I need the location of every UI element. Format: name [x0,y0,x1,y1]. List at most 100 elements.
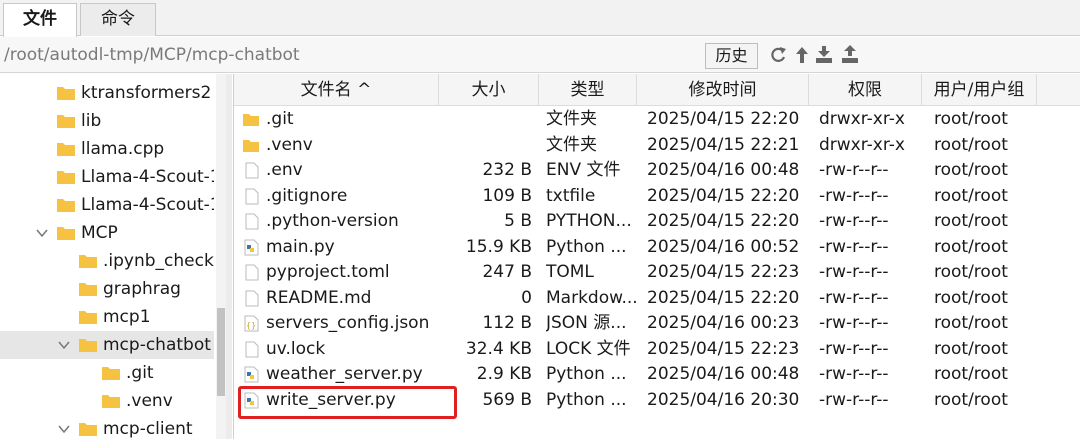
history-button[interactable]: 历史 [705,43,758,69]
folder-icon [243,114,259,126]
file-owner: root/root [934,287,1008,308]
file-name: servers_config.json [266,313,430,333]
folder-icon [57,143,75,156]
column-header-permissions[interactable]: 权限 [809,74,922,106]
file-row[interactable]: .python-version 5 B PYTHON... 2025/04/15 22… [234,209,1080,235]
folder-icon [79,311,97,324]
up-arrow-icon[interactable] [792,43,812,67]
file-modified: 2025/04/15 22:23 [647,338,800,359]
file-icon [245,162,259,179]
file-permissions: -rw-r--r-- [819,236,889,257]
file-row[interactable]: .git 文件夹 2025/04/15 22:20 drwxr-xr-x root/ro… [234,107,1080,133]
chevron-down-icon[interactable] [36,228,48,238]
tree-item[interactable]: llama.cpp [0,135,214,163]
file-size: 5 B [504,211,532,231]
file-permissions: -rw-r--r-- [819,338,889,359]
file-modified: 2025/04/15 22:20 [647,287,800,308]
splitter[interactable] [226,74,232,439]
file-type: TOML [546,262,594,282]
directory-tree: ktransformers2 lib llama.cpp Llama-4-Scout-… [0,74,232,439]
file-row[interactable]: pyproject.toml 247 B TOML 2025/04/15 22:23-… [234,260,1080,286]
file-type: Python ... [546,389,627,410]
tree-scrollbar-thumb[interactable] [217,308,225,396]
file-modified: 2025/04/16 20:30 [647,389,800,410]
tree-item-label: mcp-chatbot [103,335,211,355]
python-file-icon [244,239,259,255]
tree-item-label: llama.cpp [81,139,165,159]
tree-item[interactable]: .ipynb_checkp [0,247,214,275]
tree-item[interactable]: graphrag [0,275,214,303]
column-header-name[interactable]: 文件名 ^ [234,74,439,106]
folder-icon [102,395,120,408]
file-size: 112 B [482,313,532,333]
upload-icon[interactable] [840,43,860,67]
tree-item[interactable]: .venv [0,387,214,415]
tree-item[interactable]: mcp-chatbot [0,331,214,359]
file-name: .env [266,160,303,180]
folder-icon [79,283,97,296]
tree-item[interactable]: Llama-4-Scout-17 [0,191,214,219]
tree-item-label: .ipynb_checkp [103,251,214,271]
file-modified: 2025/04/15 22:20 [647,185,800,206]
file-permissions: -rw-r--r-- [819,389,889,410]
file-name: .git [266,109,294,129]
download-icon[interactable] [814,43,834,67]
file-size: 2.9 KB [476,364,532,384]
column-header-owner[interactable]: 用户/用户组 [922,74,1037,106]
file-owner: root/root [934,236,1008,257]
folder-icon [79,423,97,436]
path-bar: /root/autodl-tmp/MCP/mcp-chatbot 历史 [0,37,1080,73]
file-name: .python-version [266,211,399,231]
tree-item[interactable]: Llama-4-Scout-17 [0,163,214,191]
file-modified: 2025/04/15 22:21 [647,134,800,155]
file-row[interactable]: .venv 文件夹 2025/04/15 22:21 drwxr-xr-x root/r… [234,133,1080,159]
file-list: 文件名 ^ 大小 类型 修改时间 权限 用户/用户组 .git 文件夹 2025/0… [233,74,1080,439]
tab-bar: 文件 命令 [0,0,1080,37]
tree-item[interactable]: mcp1 [0,303,214,331]
folder-icon [57,87,75,100]
file-owner: root/root [934,109,1008,129]
file-modified: 2025/04/16 00:48 [647,160,800,180]
file-type: ENV 文件 [546,160,621,180]
file-owner: root/root [934,211,1008,231]
folder-icon [57,227,75,240]
file-permissions: drwxr-xr-x [819,134,905,155]
file-row[interactable]: main.py 15.9 KB Python ... 2025/04/16 00:52… [234,235,1080,261]
file-size: 109 B [482,185,532,206]
file-size: 232 B [482,160,532,180]
folder-icon [243,139,259,152]
tree-item[interactable]: .git [0,359,214,387]
file-row[interactable]: weather_server.py 2.9 KB Python ... 2025/04… [234,362,1080,388]
tree-item-label: Llama-4-Scout-17 [81,167,214,187]
file-row[interactable]: {} servers_config.json 112 B JSON 源... 2025/… [234,311,1080,337]
chevron-down-icon[interactable] [58,424,70,434]
tree-item[interactable]: lib [0,107,214,135]
file-owner: root/root [934,160,1008,180]
file-row[interactable]: uv.lock 32.4 KB LOCK 文件 2025/04/15 22:23 -rw… [234,337,1080,363]
tree-item[interactable]: MCP [0,219,214,247]
column-header-type[interactable]: 类型 [539,74,637,106]
path-input[interactable]: /root/autodl-tmp/MCP/mcp-chatbot [0,41,696,69]
tree-item[interactable]: mcp-client [0,415,214,439]
tree-item-label: graphrag [103,279,181,299]
file-permissions: -rw-r--r-- [819,160,889,180]
file-row[interactable]: .gitignore 109 B txtfile 2025/04/15 22:20 -r… [234,184,1080,210]
file-name: .venv [266,134,313,155]
file-owner: root/root [934,338,1008,359]
file-row[interactable]: README.md 0 Markdow... 2025/04/15 22:20 -rw-… [234,286,1080,312]
column-header-modified[interactable]: 修改时间 [637,74,809,106]
folder-icon [79,255,97,268]
file-owner: root/root [934,313,1008,333]
tab-commands[interactable]: 命令 [80,3,156,36]
file-permissions: -rw-r--r-- [819,211,889,231]
chevron-down-icon[interactable] [58,340,70,350]
tab-files[interactable]: 文件 [3,3,77,37]
column-header-size[interactable]: 大小 [439,74,539,106]
file-row[interactable]: .env 232 B ENV 文件 2025/04/16 00:48 -rw-r--r-… [234,158,1080,184]
refresh-icon[interactable] [768,43,788,67]
tree-item-label: ktransformers2 [81,83,212,103]
file-permissions: -rw-r--r-- [819,313,889,333]
svg-text:{}: {} [246,321,256,330]
tree-item-label: lib [81,111,102,131]
tree-item[interactable]: ktransformers2 [0,79,214,107]
